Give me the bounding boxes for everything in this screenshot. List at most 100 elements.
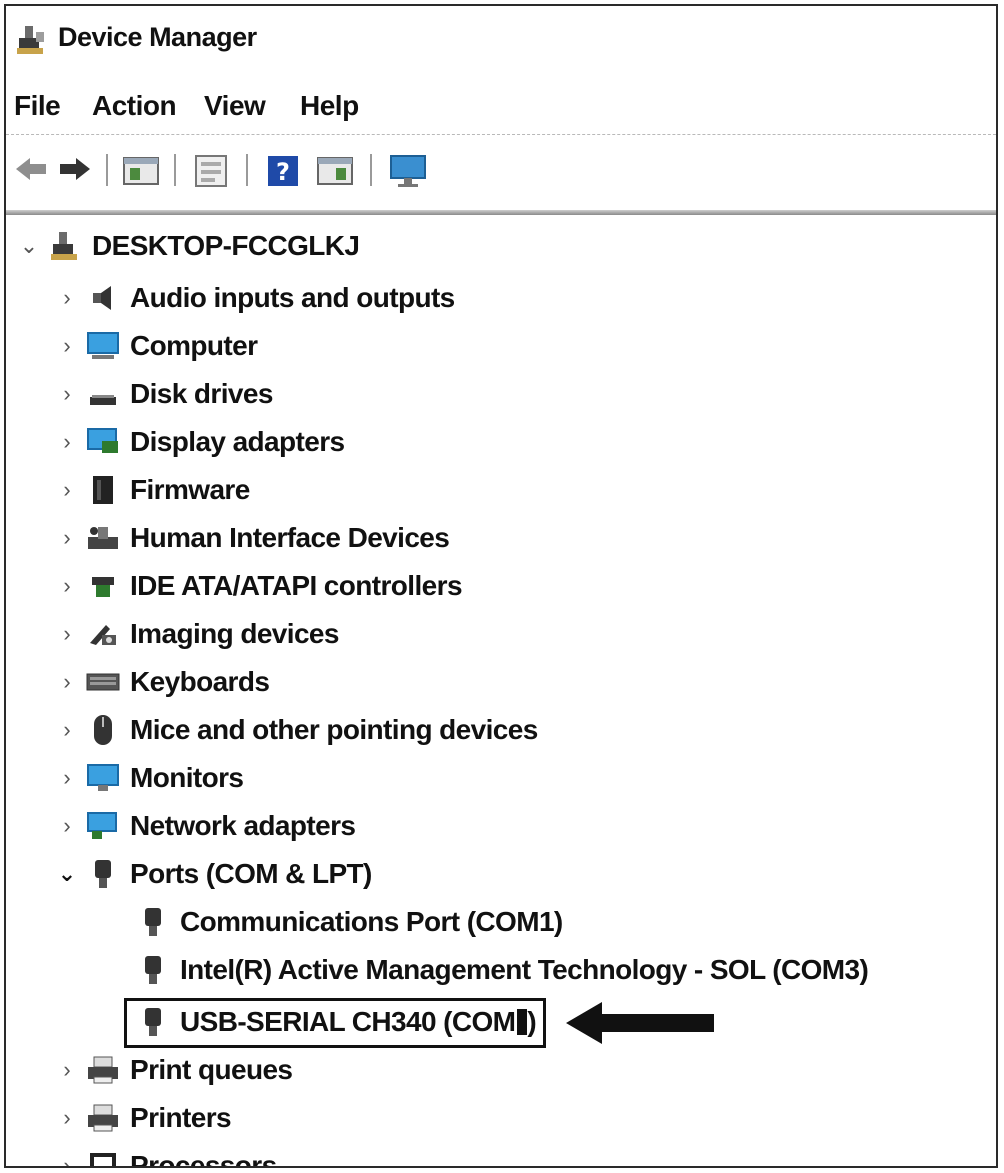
- highlight-box: [124, 998, 546, 1048]
- tree-item-label: Mice and other pointing devices: [130, 714, 538, 745]
- tree-item-print-queues[interactable]: › Print queues: [58, 1048, 293, 1092]
- tree-item-label: IDE ATA/ATAPI controllers: [130, 570, 463, 601]
- display-adapter-icon: [86, 425, 120, 459]
- tree-item-audio[interactable]: › Audio inputs and outputs: [58, 276, 455, 320]
- tree-item-network[interactable]: › Network adapters: [58, 804, 356, 848]
- update-driver-icon[interactable]: [316, 154, 354, 193]
- toolbar: ?: [6, 142, 996, 196]
- tree-item-processors[interactable]: › Processors: [58, 1144, 277, 1168]
- tree-item-label: Intel(R) Active Management Technology - …: [180, 954, 869, 985]
- device-manager-icon: [16, 24, 46, 56]
- tree-item-label: Computer: [130, 330, 258, 361]
- title-bar: Device Manager: [6, 6, 996, 74]
- disk-drive-icon: [86, 377, 120, 411]
- chevron-right-icon[interactable]: ›: [58, 1153, 76, 1166]
- tree-item-monitors[interactable]: › Monitors: [58, 756, 244, 800]
- toolbar-separator: [370, 154, 372, 186]
- tree-item-label: Keyboards: [130, 666, 270, 697]
- tree-item-disk-drives[interactable]: › Disk drives: [58, 372, 273, 416]
- chevron-down-icon[interactable]: ⌄: [20, 233, 38, 258]
- computer-root-icon: [48, 229, 82, 263]
- tree-item-ports[interactable]: ⌄ Ports (COM & LPT): [58, 852, 373, 896]
- keyboard-icon: [86, 665, 120, 699]
- tree-item-label: Printers: [130, 1102, 232, 1133]
- menu-bar: File Action View Help: [6, 86, 996, 132]
- show-hide-console-tree-icon[interactable]: [122, 154, 160, 193]
- mouse-icon: [86, 713, 120, 747]
- toolbar-border: [6, 210, 996, 215]
- tree-item-label: Audio inputs and outputs: [130, 282, 455, 313]
- ide-controller-icon: [86, 569, 120, 603]
- tree-item-hid[interactable]: › Human Interface Devices: [58, 516, 450, 560]
- chevron-right-icon[interactable]: ›: [58, 1057, 76, 1082]
- tree-item-label: Ports (COM & LPT): [130, 858, 372, 889]
- computer-icon: [86, 329, 120, 363]
- annotation-arrow-icon: [566, 1002, 718, 1049]
- chevron-right-icon[interactable]: ›: [58, 669, 76, 694]
- toolbar-separator: [106, 154, 108, 186]
- tree-item-keyboards[interactable]: › Keyboards: [58, 660, 270, 704]
- tree-item-display-adapters[interactable]: › Display adapters: [58, 420, 345, 464]
- tree-item-label: Imaging devices: [130, 618, 339, 649]
- svg-text:?: ?: [276, 158, 290, 186]
- tree-item-com3[interactable]: Intel(R) Active Management Technology - …: [136, 948, 869, 992]
- chevron-right-icon[interactable]: ›: [58, 573, 76, 598]
- speaker-icon: [86, 281, 120, 315]
- tree-item-imaging[interactable]: › Imaging devices: [58, 612, 339, 656]
- device-manager-window: Device Manager File Action View Help ? ⌄…: [4, 4, 998, 1168]
- tree-item-label: Print queues: [130, 1054, 293, 1085]
- tree-item-printers[interactable]: › Printers: [58, 1096, 231, 1140]
- tree-item-firmware[interactable]: › Firmware: [58, 468, 250, 512]
- tree-root[interactable]: ⌄ DESKTOP-FCCGLKJ: [20, 224, 360, 268]
- tree-item-label: Firmware: [130, 474, 250, 505]
- tree-item-label: Display adapters: [130, 426, 345, 457]
- menu-view[interactable]: View: [204, 90, 266, 122]
- tree-item-ide[interactable]: › IDE ATA/ATAPI controllers: [58, 564, 462, 608]
- tree-item-label: Network adapters: [130, 810, 356, 841]
- menu-help[interactable]: Help: [300, 90, 359, 122]
- tree-item-computer[interactable]: › Computer: [58, 324, 258, 368]
- window-title: Device Manager: [58, 22, 257, 52]
- port-icon: [86, 857, 120, 891]
- menu-file[interactable]: File: [14, 90, 61, 122]
- chevron-right-icon[interactable]: ›: [58, 717, 76, 742]
- chevron-right-icon[interactable]: ›: [58, 477, 76, 502]
- printer-icon: [86, 1053, 120, 1087]
- chevron-right-icon[interactable]: ›: [58, 381, 76, 406]
- back-arrow-icon[interactable]: [14, 154, 50, 189]
- tree-item-label: Monitors: [130, 762, 244, 793]
- device-tree: ⌄ DESKTOP-FCCGLKJ › Audio inputs and out…: [6, 218, 996, 1168]
- tree-item-com1[interactable]: Communications Port (COM1): [136, 900, 563, 944]
- help-icon[interactable]: ?: [266, 154, 300, 193]
- tree-root-label: DESKTOP-FCCGLKJ: [92, 230, 360, 261]
- tree-item-label: Processors: [130, 1150, 277, 1168]
- chevron-right-icon[interactable]: ›: [58, 429, 76, 454]
- chevron-right-icon[interactable]: ›: [58, 285, 76, 310]
- printer-icon: [86, 1101, 120, 1135]
- chevron-right-icon[interactable]: ›: [58, 813, 76, 838]
- menu-divider: [6, 134, 996, 135]
- menu-action[interactable]: Action: [92, 90, 177, 122]
- monitor-icon: [86, 761, 120, 795]
- tree-item-mice[interactable]: › Mice and other pointing devices: [58, 708, 538, 752]
- toolbar-separator: [246, 154, 248, 186]
- network-adapter-icon: [86, 809, 120, 843]
- port-icon: [136, 905, 170, 939]
- chevron-right-icon[interactable]: ›: [58, 525, 76, 550]
- toolbar-separator: [174, 154, 176, 186]
- monitor-icon[interactable]: [388, 154, 428, 193]
- properties-icon[interactable]: [192, 154, 230, 193]
- chevron-right-icon[interactable]: ›: [58, 333, 76, 358]
- camera-icon: [86, 617, 120, 651]
- chevron-right-icon[interactable]: ›: [58, 621, 76, 646]
- chevron-down-icon[interactable]: ⌄: [58, 861, 76, 886]
- tree-item-label: Communications Port (COM1): [180, 906, 563, 937]
- forward-arrow-icon[interactable]: [56, 154, 92, 189]
- hid-icon: [86, 521, 120, 555]
- port-icon: [136, 953, 170, 987]
- tree-item-label: Human Interface Devices: [130, 522, 450, 553]
- chevron-right-icon[interactable]: ›: [58, 765, 76, 790]
- processor-icon: [86, 1149, 120, 1166]
- firmware-icon: [86, 473, 120, 507]
- chevron-right-icon[interactable]: ›: [58, 1105, 76, 1130]
